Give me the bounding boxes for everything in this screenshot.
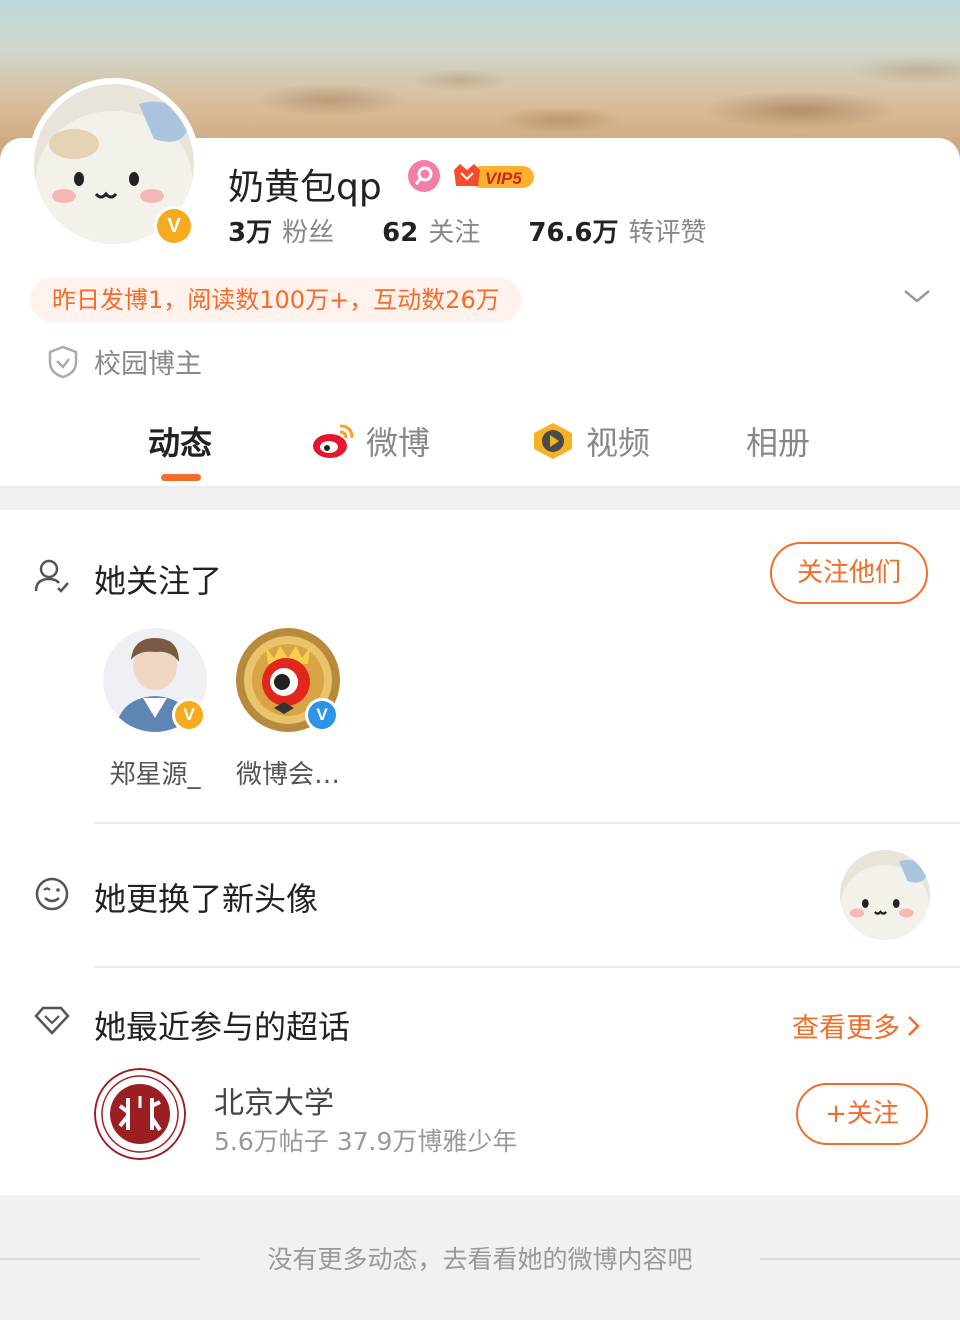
section-title: 她最近参与的超话 (94, 1008, 351, 1046)
female-gender-icon (408, 160, 440, 192)
see-more-link[interactable]: 查看更多 (792, 1006, 924, 1045)
verified-gold-icon: V (154, 206, 194, 246)
divider (0, 486, 960, 488)
followee-item[interactable]: V 微博会… (233, 628, 343, 791)
topic-name[interactable]: 北京大学 (214, 1078, 334, 1122)
stat-num: 3万 (228, 218, 273, 248)
no-more-content-text[interactable]: 没有更多动态，去看看她的微博内容吧 (0, 1240, 960, 1276)
stat-interactions[interactable]: 76.6万 转评赞 (528, 212, 706, 249)
see-more-label: 查看更多 (792, 1013, 900, 1044)
campus-label: 校园博主 (94, 349, 202, 380)
user-follow-icon (34, 559, 69, 593)
avatar[interactable]: V (28, 78, 200, 250)
stat-label: 粉丝 (282, 218, 335, 248)
new-avatar-thumbnail[interactable] (840, 850, 930, 940)
active-tab-indicator (161, 474, 201, 481)
followee-item[interactable]: V 郑星源_ (100, 628, 210, 791)
diamond-icon (34, 1006, 70, 1035)
tab-weibo[interactable]: 微博 (312, 418, 430, 464)
section-title: 她关注了 (94, 562, 223, 600)
chevron-down-icon[interactable] (902, 286, 932, 306)
activity-summary[interactable]: 昨日发博1，阅读数100万+，互动数26万 (30, 278, 522, 322)
divider (94, 966, 960, 968)
tab-video[interactable]: 视频 (530, 418, 650, 464)
topic-meta: 5.6万帖子 37.9万博雅少年 (214, 1127, 518, 1156)
tab-album[interactable]: 相册 (746, 418, 810, 464)
tab-label: 动态 (148, 424, 213, 462)
dynamics-feed: 她关注了 关注他们 V 郑星源_ V 微博会… 她更换了新头像 她最近参与的超话… (0, 510, 960, 1195)
stat-label: 转评赞 (628, 218, 707, 248)
username: 奶黄包qp (228, 167, 382, 208)
profile-stats: 3万 粉丝 62 关注 76.6万 转评赞 (228, 212, 754, 249)
tab-label: 相册 (746, 424, 811, 462)
section-title: 她更换了新头像 (94, 880, 319, 918)
tab-label: 微博 (366, 424, 431, 462)
stat-num: 62 (382, 218, 419, 248)
followee-name: 郑星源_ (109, 760, 201, 790)
svg-text:VIP5: VIP5 (485, 169, 522, 188)
stat-following[interactable]: 62 关注 (382, 212, 480, 249)
followee-name: 微博会… (235, 760, 340, 790)
follow-them-button[interactable]: 关注他们 (770, 542, 928, 604)
shield-icon (48, 345, 78, 378)
follow-topic-button[interactable]: +关注 (796, 1083, 928, 1145)
campus-tag: 校园博主 (48, 342, 202, 381)
divider (94, 822, 960, 824)
verified-blue-icon: V (305, 698, 339, 732)
pku-logo-icon[interactable] (94, 1068, 186, 1160)
chevron-right-icon (908, 1015, 920, 1036)
tab-dynamics[interactable]: 动态 (148, 418, 212, 464)
stat-fans[interactable]: 3万 粉丝 (228, 212, 334, 249)
smiley-icon (35, 877, 69, 911)
tab-label: 视频 (586, 424, 651, 462)
verified-gold-icon: V (172, 698, 206, 732)
profile-tabs: 动态 微博 视频 相册 (0, 410, 960, 486)
weibo-icon (313, 424, 354, 458)
vip-badge[interactable]: VIP5 (452, 160, 536, 192)
stat-num: 76.6万 (528, 218, 619, 248)
video-icon (534, 423, 572, 459)
stat-label: 关注 (428, 218, 481, 248)
